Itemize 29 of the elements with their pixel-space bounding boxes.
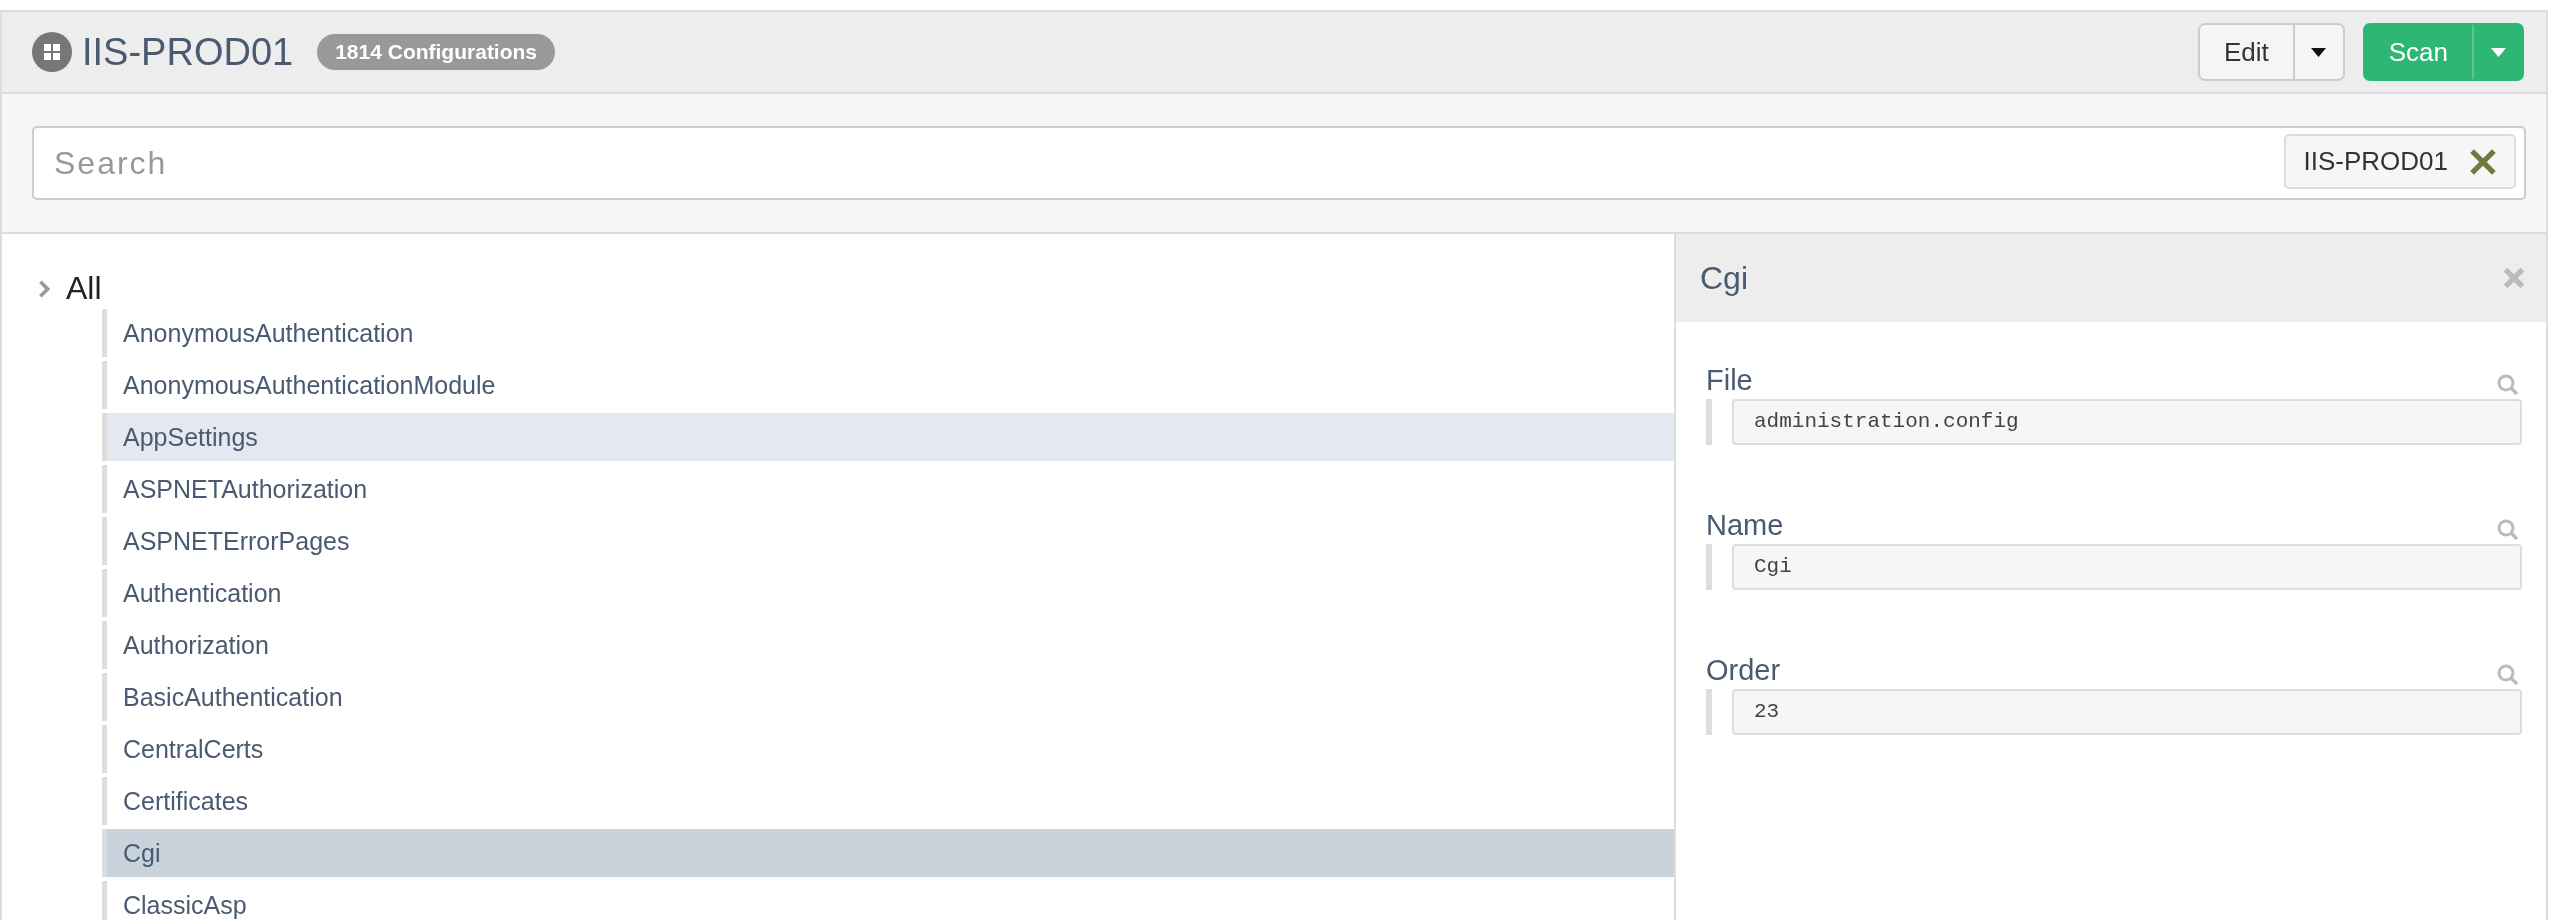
- field-value: 23: [1732, 689, 2522, 735]
- tree-item[interactable]: AppSettings: [102, 413, 1674, 461]
- tree-item[interactable]: ASPNETAuthorization: [102, 465, 1674, 513]
- caret-icon: [2311, 47, 2327, 57]
- field-value: administration.config: [1732, 399, 2522, 445]
- tree-root-label[interactable]: All: [66, 270, 102, 307]
- tree-item[interactable]: Authorization: [102, 621, 1674, 669]
- field-value: Cgi: [1732, 544, 2522, 590]
- field-label: Order: [1706, 654, 1781, 687]
- chevron-icon[interactable]: [38, 278, 50, 299]
- windows-logo-icon: [32, 32, 72, 72]
- search-icon[interactable]: [2496, 373, 2520, 397]
- search-icon[interactable]: [2496, 663, 2520, 687]
- server-title: IIS-PROD01: [82, 30, 294, 74]
- tree-item[interactable]: Authentication: [102, 569, 1674, 617]
- caret-icon: [2490, 47, 2506, 57]
- tree-item[interactable]: BasicAuthentication: [102, 673, 1674, 721]
- filter-label: IIS-PROD01: [2303, 146, 2448, 177]
- configurations-badge: 1814 Configurations: [317, 34, 556, 70]
- field-label: File: [1706, 364, 1753, 397]
- tree-item[interactable]: ClassicAsp: [102, 881, 1674, 920]
- tree-item[interactable]: CentralCerts: [102, 725, 1674, 773]
- field-label: Name: [1706, 509, 1784, 542]
- search-icon[interactable]: [2496, 518, 2520, 542]
- tree-item[interactable]: ASPNETErrorPages: [102, 517, 1674, 565]
- tree-item[interactable]: Cgi: [102, 829, 1674, 877]
- panel-title: Cgi: [1700, 259, 1748, 297]
- remove-filter-icon[interactable]: [2470, 148, 2496, 175]
- close-icon[interactable]: [2502, 266, 2526, 290]
